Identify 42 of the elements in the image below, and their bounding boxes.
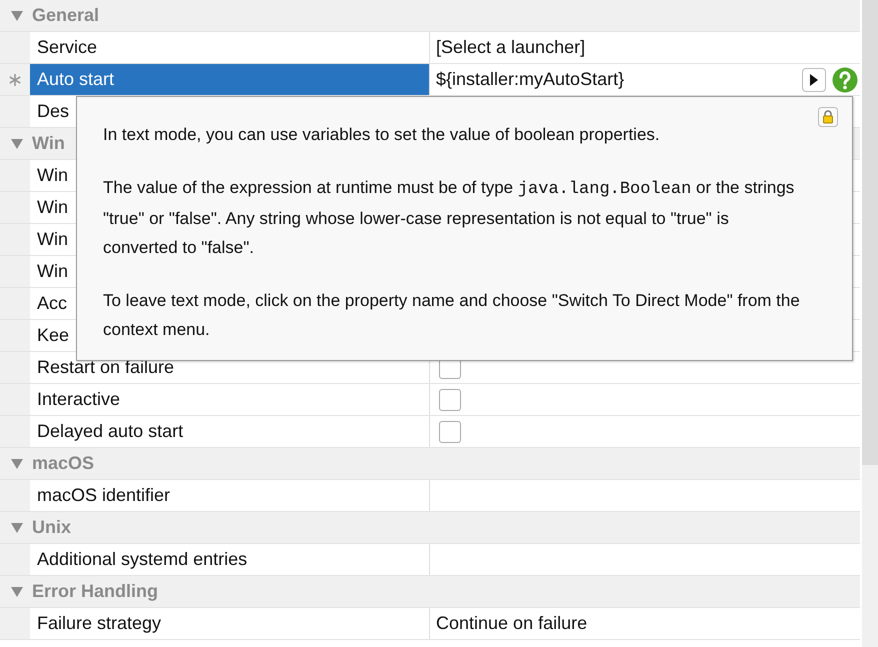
row-marker [0,256,30,287]
property-value: [Select a launcher] [436,37,586,58]
checkbox[interactable] [439,388,461,410]
play-icon [809,72,819,86]
section-title: Win [32,133,65,154]
property-name[interactable]: Auto start [30,64,430,95]
row-marker [0,224,30,255]
tooltip-text: The value of the expression at runtime must be of type java.lang.Boolean or the strings "true" or "false". Any string whose lower-case representation is not equal to "true" is converted to "false". [103,177,796,259]
section-title: Error Handling [32,581,158,602]
expand-triangle-icon[interactable] [10,458,24,470]
expand-triangle-icon[interactable] [10,522,24,534]
row-marker [0,608,30,639]
padlock-icon[interactable] [818,107,838,127]
property-name[interactable]: Additional systemd entries [30,544,430,575]
row-marker [0,544,30,575]
property-name[interactable]: macOS identifier [30,480,430,511]
tooltip-text: To leave text mode, click on the property name and choose "Switch To Direct Mode" from the context menu. [103,290,801,341]
property-value: Continue on failure [436,613,588,634]
section-title: General [32,5,100,26]
property-name[interactable]: Failure strategy [30,608,430,639]
row-marker [0,480,30,511]
expand-triangle-icon[interactable] [10,586,24,598]
section-title: macOS [32,453,94,474]
expression-value[interactable]: ${installer:myAutoStart} [436,69,796,90]
checkbox[interactable] [439,420,461,442]
row-marker [0,384,30,415]
section-title: Unix [32,517,72,538]
scrollbar-thumb[interactable] [862,0,878,465]
row-marker [0,192,30,223]
tooltip-text: In text mode, you can use variables to set the value of boolean properties. [103,124,661,146]
row-marker [0,416,30,447]
property-name[interactable]: Service [30,32,430,63]
play-button[interactable] [802,68,826,92]
property-name[interactable]: Interactive [30,384,430,415]
row-marker [0,288,30,319]
row-marker [0,320,30,351]
row-marker [0,352,30,383]
help-icon[interactable] [832,66,858,92]
scrollbar[interactable] [862,0,878,647]
expand-triangle-icon[interactable] [10,138,24,150]
property-name[interactable]: Delayed auto start [30,416,430,447]
expand-triangle-icon[interactable] [10,10,24,22]
